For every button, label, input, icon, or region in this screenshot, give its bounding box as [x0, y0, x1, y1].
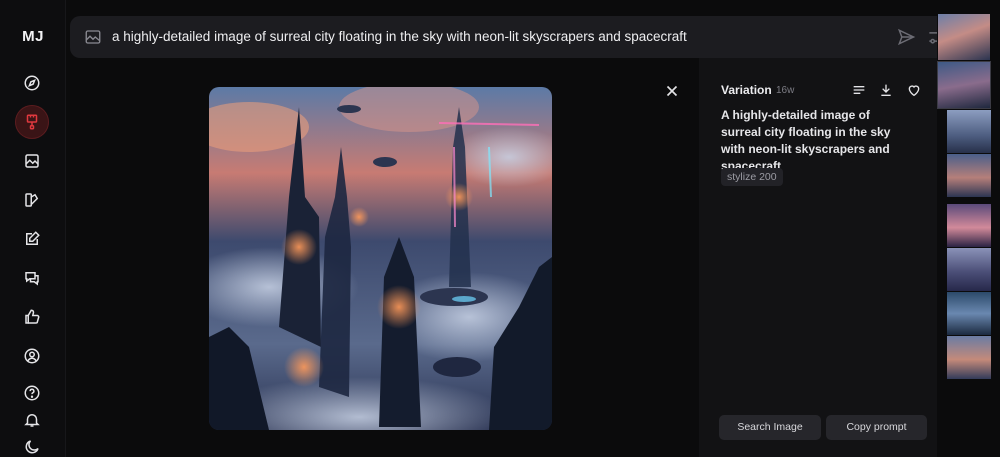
prompt-input[interactable]: a highly-detailed image of surreal city … [112, 29, 687, 44]
stylize-chip: stylize 200 [721, 168, 783, 186]
close-icon[interactable] [663, 82, 681, 100]
image-icon [25, 154, 39, 168]
thumbs-up-icon [25, 309, 40, 324]
thumbnail[interactable] [938, 14, 990, 60]
details-prompt: A highly-detailed image of surreal city … [721, 108, 891, 173]
thumbnail[interactable] [947, 292, 991, 335]
prompt-bar[interactable]: a highly-detailed image of surreal city … [70, 16, 958, 58]
generated-image[interactable] [209, 87, 552, 430]
thumbnail[interactable] [947, 248, 991, 291]
nav-theme[interactable] [15, 430, 49, 457]
nav-edit[interactable] [15, 183, 49, 217]
nav-explore[interactable] [15, 66, 49, 100]
nav-rate[interactable] [15, 300, 49, 334]
palette-icon [25, 193, 39, 207]
compass-icon [24, 75, 40, 91]
brush-icon [26, 114, 38, 130]
moon-icon [25, 440, 39, 454]
send-icon[interactable] [896, 27, 916, 47]
app-logo[interactable]: MJ [0, 28, 66, 45]
image-upload-icon[interactable] [84, 28, 102, 46]
details-title: Variation [721, 83, 772, 97]
thumbnail[interactable] [947, 336, 991, 379]
download-icon[interactable] [878, 82, 894, 98]
bell-icon [24, 414, 40, 427]
nav-account[interactable] [15, 339, 49, 373]
menu-icon[interactable] [851, 82, 867, 98]
thumbnail[interactable] [947, 110, 991, 153]
chat-icon [25, 272, 39, 286]
nav-organize[interactable] [15, 144, 49, 178]
nav-create[interactable] [15, 105, 49, 139]
details-age: 16w [776, 85, 795, 96]
copy-prompt-button[interactable]: Copy prompt [826, 415, 927, 440]
thumbnail[interactable] [947, 204, 991, 247]
user-circle-icon [24, 348, 40, 364]
nav-chat[interactable] [15, 261, 49, 295]
thumbnail[interactable] [947, 154, 991, 197]
edit-icon [26, 231, 40, 245]
nav-personalize[interactable] [15, 222, 49, 256]
heart-icon[interactable] [906, 82, 922, 98]
search-image-button[interactable]: Search Image [719, 415, 821, 440]
help-icon [24, 385, 40, 401]
thumbnail[interactable] [938, 62, 990, 108]
